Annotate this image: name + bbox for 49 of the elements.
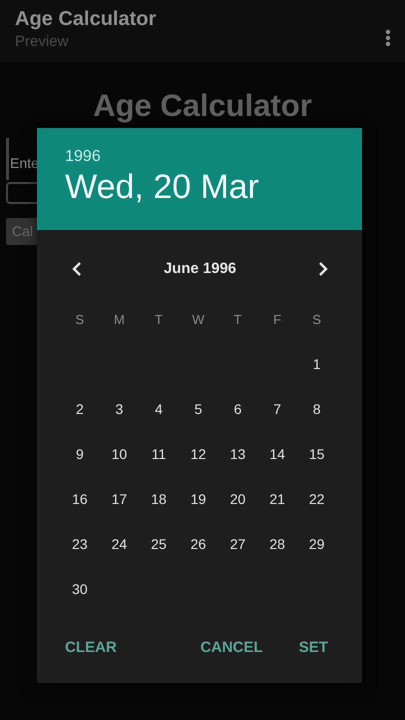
screen-heading: Age Calculator bbox=[92, 88, 313, 124]
calendar-day[interactable]: 5 bbox=[178, 387, 218, 432]
calendar-day[interactable]: 27 bbox=[218, 522, 258, 568]
month-label: June 1996 bbox=[164, 258, 236, 279]
calendar-day[interactable]: 2 bbox=[60, 387, 100, 432]
calendar-day[interactable]: 1 bbox=[297, 342, 336, 388]
calendar-day[interactable]: 19 bbox=[178, 477, 218, 522]
calendar-day[interactable]: 15 bbox=[297, 432, 336, 478]
calendar-day[interactable]: 30 bbox=[60, 567, 100, 612]
calendar-day[interactable]: 22 bbox=[297, 477, 336, 522]
calendar-day[interactable]: 28 bbox=[258, 522, 297, 568]
weekday-label: S bbox=[311, 311, 322, 330]
calendar-day[interactable]: 7 bbox=[258, 387, 297, 432]
calendar-day[interactable]: 25 bbox=[139, 522, 178, 568]
calendar-day[interactable]: 16 bbox=[60, 477, 100, 522]
weekday-label: S bbox=[74, 311, 86, 330]
weekday-label: W bbox=[191, 311, 206, 330]
more-menu-icon[interactable] bbox=[385, 28, 391, 47]
previous-month-button[interactable] bbox=[72, 262, 82, 276]
calendar-day[interactable]: 10 bbox=[100, 432, 139, 478]
cancel-button[interactable]: CANCEL bbox=[192, 629, 271, 668]
app-title: Age Calculator bbox=[15, 7, 156, 32]
set-button[interactable]: SET bbox=[290, 629, 336, 668]
calendar-day[interactable]: 12 bbox=[178, 432, 218, 478]
calendar-day[interactable]: 9 bbox=[60, 432, 100, 478]
calendar-day[interactable]: 11 bbox=[139, 432, 178, 478]
calendar-day[interactable]: 6 bbox=[218, 387, 258, 432]
clear-button[interactable]: CLEAR bbox=[57, 629, 125, 668]
weekday-label: F bbox=[272, 311, 282, 330]
calendar-day[interactable]: 13 bbox=[218, 432, 258, 478]
next-month-button[interactable] bbox=[318, 262, 328, 276]
calendar-day[interactable]: 3 bbox=[100, 387, 139, 432]
weekday-label: T bbox=[154, 311, 164, 330]
calendar-day[interactable]: 8 bbox=[297, 387, 336, 432]
app-subtitle: Preview bbox=[15, 32, 70, 52]
selected-date[interactable]: Wed, 20 Mar bbox=[65, 166, 334, 208]
calendar-day[interactable]: 18 bbox=[139, 477, 178, 522]
field-label: Ente bbox=[9, 154, 39, 173]
calendar-day[interactable]: 17 bbox=[100, 477, 139, 522]
weekday-label: M bbox=[112, 311, 126, 330]
weekday-label: T bbox=[232, 311, 243, 330]
calendar-day[interactable]: 14 bbox=[258, 432, 297, 478]
calendar-day[interactable]: 20 bbox=[218, 477, 258, 522]
calendar-day[interactable]: 24 bbox=[100, 522, 139, 568]
calendar-day[interactable]: 23 bbox=[60, 522, 100, 568]
calendar-day[interactable]: 4 bbox=[139, 387, 178, 432]
calendar-day[interactable]: 26 bbox=[178, 522, 218, 568]
calendar-day[interactable]: 29 bbox=[297, 522, 336, 568]
calendar-day[interactable]: 21 bbox=[258, 477, 297, 522]
